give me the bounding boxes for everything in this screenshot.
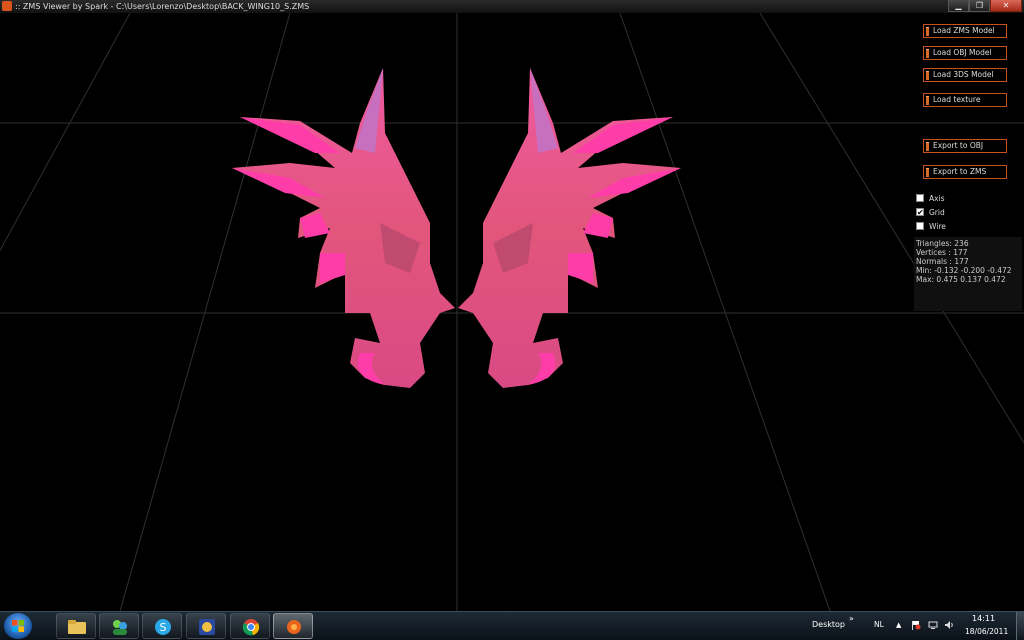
load-texture-button[interactable]: Load texture <box>923 93 1007 107</box>
load-obj-model-button[interactable]: Load OBJ Model <box>923 46 1007 60</box>
button-label: Export to OBJ <box>933 141 984 150</box>
taskbar-chrome[interactable] <box>230 613 270 639</box>
button-marker-icon <box>926 142 929 151</box>
button-marker-icon <box>926 96 929 105</box>
button-marker-icon <box>926 27 929 36</box>
network-icon[interactable] <box>928 620 938 630</box>
folder-icon <box>68 620 86 634</box>
app-icon <box>2 1 12 11</box>
load-zms-model-button[interactable]: Load ZMS Model <box>923 24 1007 38</box>
3d-viewport[interactable] <box>0 13 1024 611</box>
show-hidden-icons-button[interactable]: ▲ <box>896 621 901 629</box>
button-label: Load ZMS Model <box>933 26 995 35</box>
bbox-min: Min: -0.132 -0.200 -0.472 <box>916 266 1012 275</box>
left-wing <box>232 68 455 388</box>
windows-logo-icon <box>12 620 24 632</box>
vertices-count: Vertices : 177 <box>916 248 968 257</box>
grid-floor <box>0 13 1024 611</box>
messenger-icon <box>113 620 127 635</box>
button-label: Load texture <box>933 95 981 104</box>
start-button[interactable] <box>4 613 32 639</box>
checkbox-label: Grid <box>929 208 945 217</box>
triangles-count: Triangles: 236 <box>916 239 969 248</box>
bbox-max: Max: 0.475 0.137 0.472 <box>916 275 1006 284</box>
checkbox-unchecked-icon[interactable] <box>916 194 924 202</box>
clock-time[interactable]: 14:11 <box>972 614 995 623</box>
checkbox-label: Axis <box>929 194 945 203</box>
taskbar-game[interactable] <box>186 613 226 639</box>
model-stats-panel: Triangles: 236 Vertices : 177 Normals : … <box>914 237 1022 311</box>
maximize-button[interactable]: ❐ <box>969 0 990 12</box>
button-label: Load 3DS Model <box>933 70 994 79</box>
close-button[interactable]: ✕ <box>990 0 1022 12</box>
export-to-obj-button[interactable]: Export to OBJ <box>923 139 1007 153</box>
button-label: Load OBJ Model <box>933 48 992 57</box>
load-3ds-model-button[interactable]: Load 3DS Model <box>923 68 1007 82</box>
checkbox-unchecked-icon[interactable] <box>916 222 924 230</box>
language-indicator[interactable]: NL <box>874 620 884 629</box>
minimize-button[interactable]: ▁ <box>948 0 969 12</box>
svg-text:S: S <box>160 621 167 634</box>
chrome-icon <box>242 619 260 636</box>
game-icon <box>199 619 215 635</box>
checkbox-label: Wire <box>929 222 946 231</box>
show-desktop-button[interactable] <box>1016 612 1024 640</box>
taskbar-skype[interactable]: S <box>142 613 182 639</box>
title-bar[interactable]: :: ZMS Viewer by Spark - C:\Users\Lorenz… <box>0 0 1024 13</box>
taskbar-messenger[interactable] <box>99 613 139 639</box>
volume-icon[interactable] <box>944 620 954 630</box>
export-to-zms-button[interactable]: Export to ZMS <box>923 165 1007 179</box>
zms-viewer-icon <box>287 620 301 634</box>
button-label: Export to ZMS <box>933 167 987 176</box>
desktop-toolbar-label[interactable]: Desktop <box>812 620 845 629</box>
taskbar: S Desktop » NL ▲ 14:11 18/06/2011 <box>0 611 1024 640</box>
normals-count: Normals : 177 <box>916 257 969 266</box>
checkbox-checked-icon[interactable]: ✔ <box>916 208 924 217</box>
window-title: :: ZMS Viewer by Spark - C:\Users\Lorenz… <box>15 2 310 11</box>
taskbar-zms-viewer[interactable] <box>273 613 313 639</box>
action-center-flag-icon[interactable] <box>911 620 921 630</box>
button-marker-icon <box>926 49 929 58</box>
button-marker-icon <box>926 71 929 80</box>
clock-date[interactable]: 18/06/2011 <box>965 627 1008 636</box>
taskbar-explorer[interactable] <box>56 613 96 639</box>
button-marker-icon <box>926 168 929 177</box>
skype-icon: S <box>155 619 171 635</box>
toolbar-chevron-icon[interactable]: » <box>849 614 854 623</box>
zms-viewer-window: :: ZMS Viewer by Spark - C:\Users\Lorenz… <box>0 0 1024 640</box>
right-wing <box>458 68 681 388</box>
